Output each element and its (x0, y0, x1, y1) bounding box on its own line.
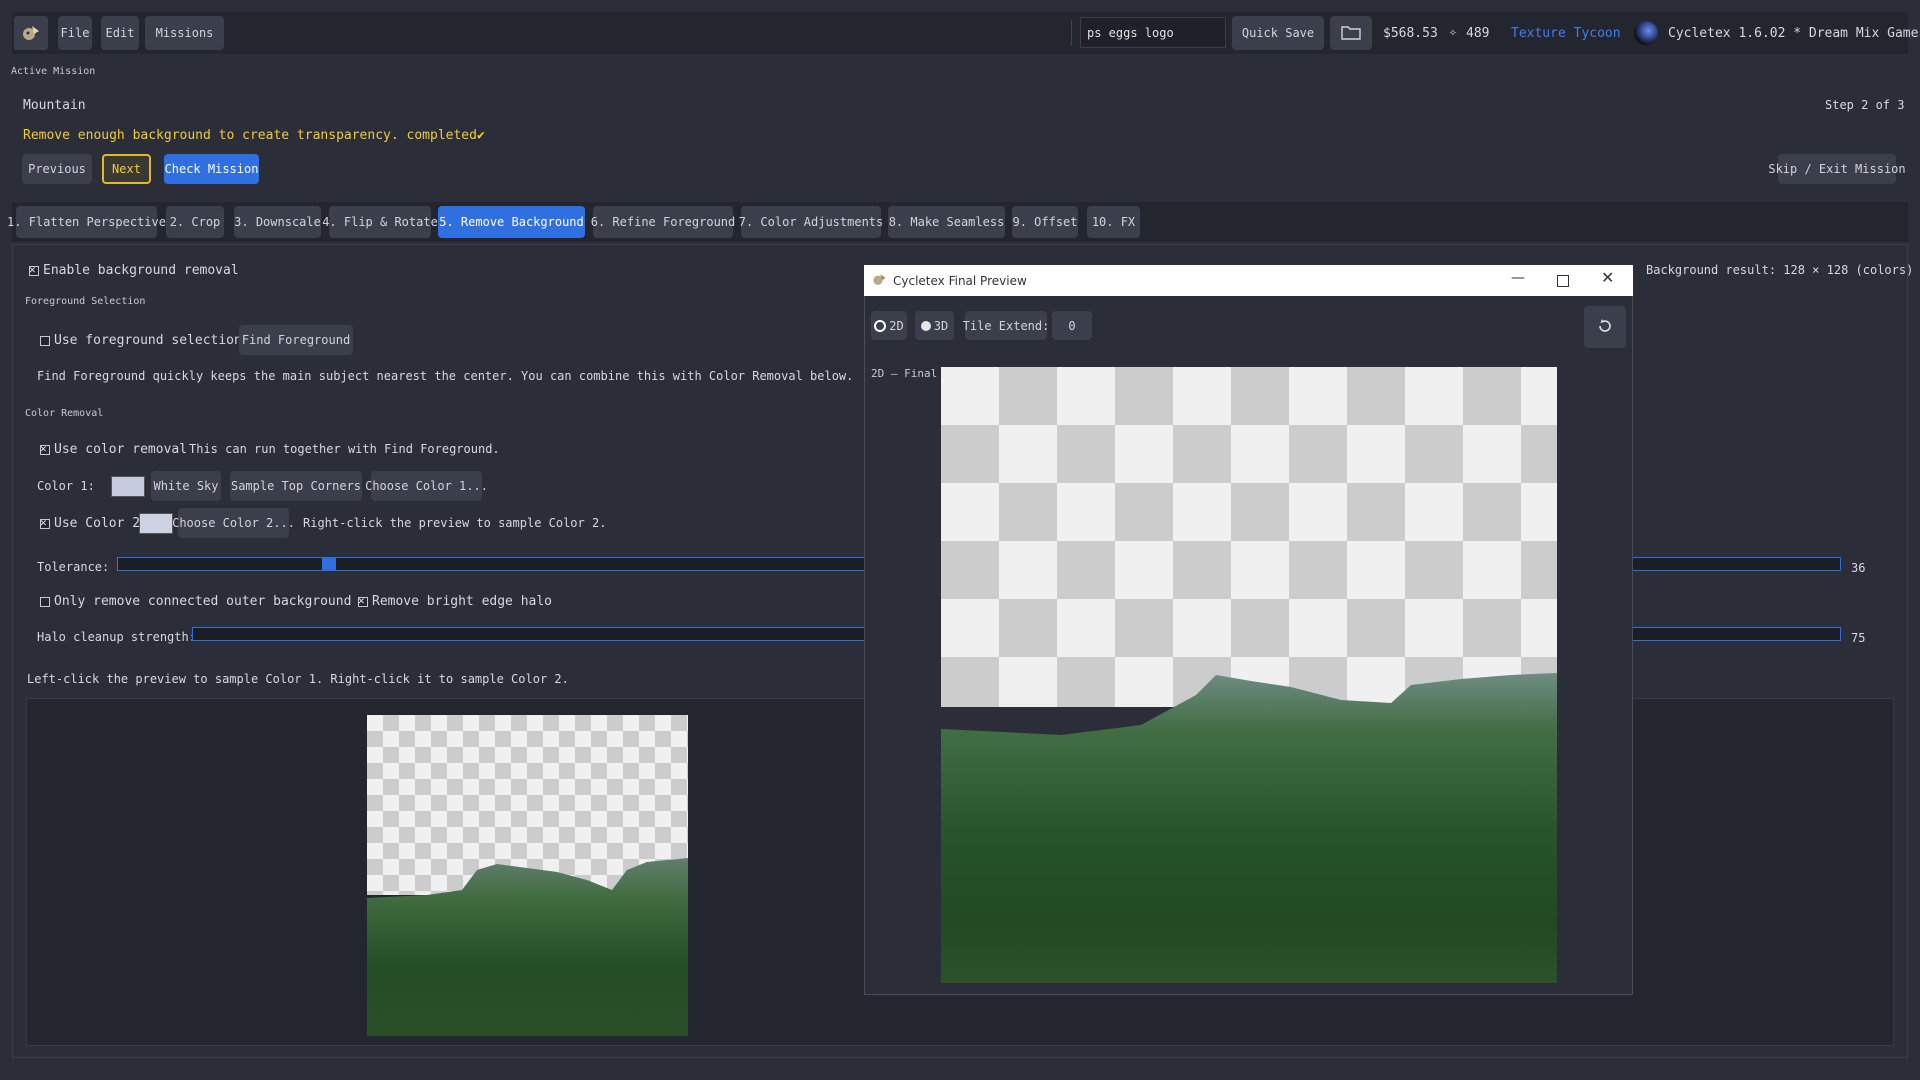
enable-bg-removal-checkbox[interactable]: Enable background removal (29, 263, 239, 278)
open-folder-button[interactable] (1330, 16, 1372, 50)
tab-downscale[interactable]: 3. Downscale (234, 206, 321, 238)
color1-label: Color 1: (37, 479, 95, 493)
folder-icon (1341, 24, 1361, 43)
mode-3d-radio[interactable]: 3D (915, 311, 954, 340)
mode-2d-radio[interactable]: 2D (871, 311, 907, 340)
check-mission-button[interactable]: Check Mission (164, 154, 259, 184)
final-output-image[interactable] (941, 367, 1557, 983)
skip-exit-mission-button[interactable]: Skip / Exit Mission (1768, 154, 1906, 184)
tab-crop[interactable]: 2. Crop (166, 206, 224, 238)
halo-strength-label: Halo cleanup strength: (37, 630, 196, 644)
mode-2d-label: 2D (889, 318, 904, 333)
minimize-icon[interactable]: — (1511, 270, 1525, 286)
checkbox-icon (358, 594, 368, 607)
maximize-icon[interactable] (1557, 275, 1569, 287)
use-color-removal-label: Use color removal (54, 442, 188, 457)
color-removal-note: This can run together with Find Foregrou… (189, 442, 500, 456)
radio-icon (920, 320, 931, 331)
menu-file[interactable]: File (58, 16, 92, 50)
mountain-forest-image (941, 665, 1557, 983)
checkbox-icon (40, 596, 50, 607)
tab-flip-rotate[interactable]: 4. Flip & Rotate (322, 206, 438, 238)
texture-tycoon-link[interactable]: Texture Tycoon (1511, 26, 1621, 41)
window-app-icon (871, 271, 888, 292)
checkbox-icon (40, 516, 50, 529)
tile-extend-input[interactable]: 0 (1052, 311, 1092, 340)
money-value: $568.53 (1383, 26, 1438, 41)
find-foreground-button[interactable]: Find Foreground (239, 325, 353, 355)
preview-image[interactable] (367, 715, 688, 1036)
tab-offset[interactable]: 9. Offset (1012, 206, 1078, 238)
tile-extend-label: Tile Extend: (963, 311, 1049, 340)
foreground-description: Find Foreground quickly keeps the main s… (37, 369, 854, 383)
white-sky-button[interactable]: White Sky (151, 471, 221, 501)
background-result: Background result: 128 × 128 (colors) (1646, 263, 1914, 277)
mode-3d-label: 3D (933, 318, 949, 333)
right-click-note: Right-click the preview to sample Color … (303, 516, 607, 530)
tolerance-value: 36 (1851, 561, 1866, 575)
app-title: Cycletex 1.6.02 * Dream Mix Games (1668, 26, 1920, 41)
use-foreground-label: Use foreground selection (54, 333, 242, 348)
use-foreground-checkbox[interactable]: Use foreground selection (40, 333, 242, 348)
sparkle-count: 489 (1466, 26, 1490, 41)
search-input[interactable] (1080, 17, 1226, 48)
mission-step: Step 2 of 3 (1825, 98, 1905, 112)
sample-top-corners-button[interactable]: Sample Top Corners (230, 471, 362, 501)
refresh-icon (1597, 318, 1613, 337)
color-removal-header: Color Removal (25, 408, 104, 419)
menu-divider (1071, 20, 1072, 46)
color1-swatch[interactable] (111, 476, 145, 497)
quick-save-button[interactable]: Quick Save (1232, 16, 1324, 50)
radio-icon (874, 319, 887, 332)
remove-halo-label: Remove bright edge halo (372, 594, 553, 609)
enable-bg-removal-label: Enable background removal (43, 263, 239, 278)
use-color-removal-checkbox[interactable]: Use color removal (40, 442, 187, 457)
mission-status: Remove enough background to create trans… (23, 128, 485, 143)
sparkle-icon: ✧ (1449, 25, 1457, 40)
tolerance-label: Tolerance: (37, 560, 110, 574)
tab-fx[interactable]: 10. FX (1087, 206, 1140, 238)
color2-swatch[interactable] (139, 513, 173, 534)
previous-button[interactable]: Previous (22, 154, 92, 184)
tab-refine-foreground[interactable]: 6. Refine Foreground (591, 206, 735, 238)
menu-bar (12, 12, 1908, 54)
next-button[interactable]: Next (102, 154, 151, 184)
choose-color1-button[interactable]: Choose Color 1... (365, 471, 488, 501)
tab-make-seamless[interactable]: 8. Make Seamless (888, 206, 1005, 238)
app-logo-icon[interactable] (14, 16, 48, 50)
close-icon[interactable]: ✕ (1601, 268, 1614, 287)
foreground-selection-header: Foreground Selection (25, 296, 146, 307)
tab-flatten-perspective[interactable]: 1. Flatten Perspective (7, 206, 166, 238)
checkbox-icon (40, 442, 50, 455)
remove-halo-checkbox[interactable]: Remove bright edge halo (358, 594, 552, 609)
preview-note: Left-click the preview to sample Color 1… (27, 672, 569, 686)
menu-edit[interactable]: Edit (101, 16, 139, 50)
use-color2-checkbox[interactable]: Use Color 2 (40, 516, 140, 531)
checkbox-icon (40, 335, 50, 346)
active-mission-label: Active Mission (11, 66, 96, 77)
mission-name: Mountain (23, 98, 86, 113)
refresh-preview-button[interactable] (1584, 306, 1626, 348)
checkbox-icon (29, 263, 39, 276)
tab-remove-background[interactable]: 5. Remove Background (438, 206, 585, 238)
tab-color-adjustments[interactable]: 7. Color Adjustments (739, 206, 883, 238)
menu-missions[interactable]: Missions (145, 16, 224, 50)
transparency-checker (941, 367, 1557, 707)
mountain-forest-image (367, 850, 688, 1036)
only-connected-checkbox[interactable]: Only remove connected outer background (40, 594, 351, 609)
choose-color2-button[interactable]: Choose Color 2... (172, 508, 295, 538)
preview-window-title: Cycletex Final Preview (893, 274, 1027, 288)
app-badge-icon (1634, 21, 1658, 45)
halo-strength-value: 75 (1851, 631, 1866, 645)
only-connected-label: Only remove connected outer background (54, 594, 352, 609)
use-color2-label: Use Color 2 (54, 516, 141, 531)
tolerance-slider-thumb[interactable] (322, 558, 336, 570)
